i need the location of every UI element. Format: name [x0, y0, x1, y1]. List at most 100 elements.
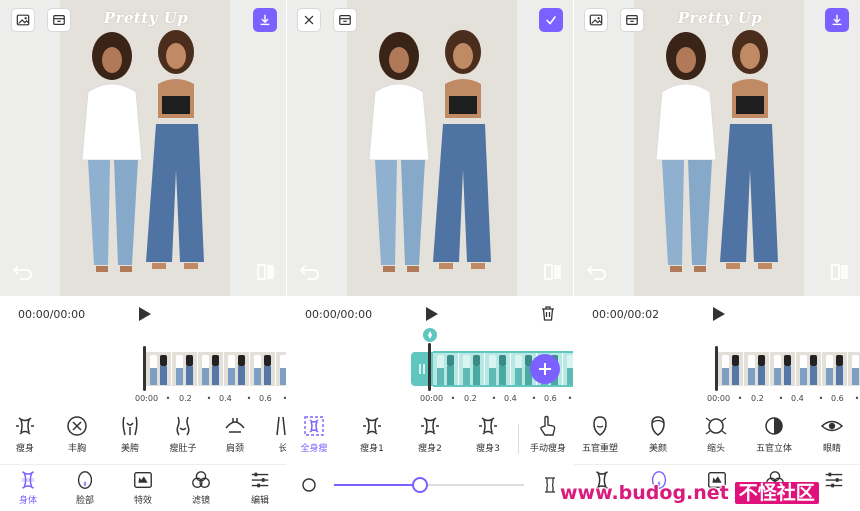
- waist-slim-2-icon: [421, 417, 439, 435]
- edit-sliders-icon: [251, 472, 269, 488]
- time-ruler: 00:00•0.2•0.4•0.6•: [420, 394, 573, 403]
- template-button[interactable]: [620, 8, 644, 32]
- frame-thumbnail: [770, 352, 796, 386]
- add-clip-button[interactable]: [530, 354, 560, 384]
- tab-effects[interactable]: 特效: [115, 469, 171, 506]
- hand-pointer-icon: [540, 415, 556, 436]
- head-shrink-icon: [705, 417, 727, 435]
- playhead[interactable]: [428, 343, 431, 391]
- compare-icon[interactable]: [829, 261, 851, 283]
- photo-illustration: [60, 0, 230, 296]
- hourglass-icon: [545, 477, 555, 493]
- confirm-button[interactable]: [539, 8, 563, 32]
- undo-icon[interactable]: [586, 262, 608, 282]
- image-icon: [16, 14, 30, 26]
- tool-slim-2[interactable]: 瘦身2: [403, 414, 457, 454]
- frame-thumbnail: [224, 352, 250, 386]
- full-body-icon: [304, 416, 324, 436]
- intensity-slider-fill: [334, 484, 420, 486]
- photo-illustration: [634, 0, 804, 296]
- photo-image: [60, 0, 230, 296]
- download-icon: [832, 14, 842, 26]
- timeline: 00:00/00:00 00:00•0.2•0.4•0.6•: [287, 296, 573, 408]
- time-ruler: 00:00•0.2•0.4•0.6•: [707, 394, 860, 403]
- shoulder-icon: [225, 418, 245, 433]
- circle-small-icon: [302, 478, 316, 492]
- play-icon[interactable]: [712, 306, 726, 322]
- tool-slim-3[interactable]: 瘦身3: [461, 414, 515, 454]
- photo-canvas[interactable]: Pretty Up: [574, 0, 860, 296]
- gallery-button[interactable]: [11, 8, 35, 32]
- download-button[interactable]: [253, 8, 277, 32]
- playhead[interactable]: [143, 346, 146, 391]
- face-tools: 五官重塑 美颜 缩头 五官立体 眼睛: [574, 414, 860, 464]
- timeline: 00:00/00:02 00:00 • 0.2 • 0.4 • 0.6 •: [574, 296, 860, 408]
- frame-thumbnail: [433, 352, 459, 386]
- body-icon: [21, 471, 35, 489]
- tool-slim[interactable]: 瘦身: [0, 414, 52, 454]
- undo-icon[interactable]: [12, 262, 34, 282]
- tab-edit[interactable]: 编辑: [232, 469, 286, 506]
- download-icon: [260, 14, 270, 26]
- image-icon: [589, 14, 603, 26]
- tool-chest[interactable]: 丰胸: [50, 414, 104, 454]
- compare-icon[interactable]: [542, 261, 564, 283]
- tool-belly[interactable]: 瘦肚子: [156, 414, 210, 454]
- body-tools: 瘦身 丰胸 美胯 瘦肚子 肩颈 长: [0, 414, 286, 464]
- frame-thumbnail: [796, 352, 822, 386]
- download-button[interactable]: [825, 8, 849, 32]
- frame-thumbnail: [848, 352, 860, 386]
- waist-slim-icon: [16, 417, 34, 435]
- tool-head-shrink[interactable]: 缩头: [689, 414, 743, 454]
- intensity-slider-knob[interactable]: [411, 477, 428, 493]
- leg-length-icon: [276, 416, 286, 436]
- clip-border-top: [433, 351, 573, 353]
- trash-icon[interactable]: [540, 305, 556, 322]
- tab-filter[interactable]: 滤镜: [173, 469, 229, 506]
- tool-full-body[interactable]: 全身瘦: [287, 414, 341, 454]
- plus-icon: [539, 363, 551, 375]
- tool-manual-slim[interactable]: 手动瘦身: [521, 414, 573, 454]
- frame-thumbnail: [172, 352, 198, 386]
- template-button[interactable]: [47, 8, 71, 32]
- compare-icon[interactable]: [255, 261, 277, 283]
- tool-contour[interactable]: 五官立体: [747, 414, 801, 454]
- contour-icon: [765, 417, 783, 435]
- intensity-slider[interactable]: [334, 477, 524, 493]
- photo-canvas[interactable]: [287, 0, 573, 296]
- timeline: 00:00/00:00 00:00•0.2•0.4•0.6•: [0, 296, 286, 408]
- eye-icon: [820, 420, 844, 432]
- video-strip[interactable]: [146, 352, 286, 386]
- frame-thumbnail: [744, 352, 770, 386]
- frame-thumbnail: [718, 352, 744, 386]
- tool-eyes[interactable]: 眼睛: [805, 414, 859, 454]
- divider: [574, 464, 860, 465]
- playhead[interactable]: [715, 346, 718, 391]
- face-reshape-icon: [593, 416, 607, 436]
- filter-icon: [192, 471, 210, 489]
- close-button[interactable]: [297, 8, 321, 32]
- tab-body[interactable]: 身体: [0, 469, 56, 506]
- tool-leg-length[interactable]: 长: [256, 414, 286, 454]
- slim-tools: 全身瘦 瘦身1 瘦身2 瘦身3 手动瘦身: [287, 414, 573, 464]
- beauty-face-icon: [651, 416, 665, 436]
- site-watermark-logo: www.budog.net 不怪社区: [560, 478, 819, 506]
- tool-beauty[interactable]: 美颜: [631, 414, 685, 454]
- keyframe-marker-icon[interactable]: [422, 327, 438, 343]
- time-ruler: 00:00•0.2•0.4•0.6•: [135, 394, 286, 403]
- pretty-up-watermark: Pretty Up: [103, 9, 189, 27]
- gallery-button[interactable]: [584, 8, 608, 32]
- undo-icon[interactable]: [299, 262, 321, 282]
- template-button[interactable]: [333, 8, 357, 32]
- editor-panel-face: Pretty Up 00:00/00:02 00:00 • 0.2 • 0.4 • 0.6 •: [574, 0, 860, 511]
- tool-shoulder[interactable]: 肩颈: [208, 414, 262, 454]
- tool-face-reshape[interactable]: 五官重塑: [574, 414, 627, 454]
- video-strip[interactable]: [718, 352, 860, 386]
- play-icon[interactable]: [138, 306, 152, 322]
- tab-face[interactable]: 脸部: [57, 469, 113, 506]
- tool-hip[interactable]: 美胯: [103, 414, 157, 454]
- tool-slim-1[interactable]: 瘦身1: [345, 414, 399, 454]
- play-icon[interactable]: [425, 306, 439, 322]
- photo-canvas[interactable]: Pretty Up: [0, 0, 286, 296]
- face-icon: [77, 471, 93, 489]
